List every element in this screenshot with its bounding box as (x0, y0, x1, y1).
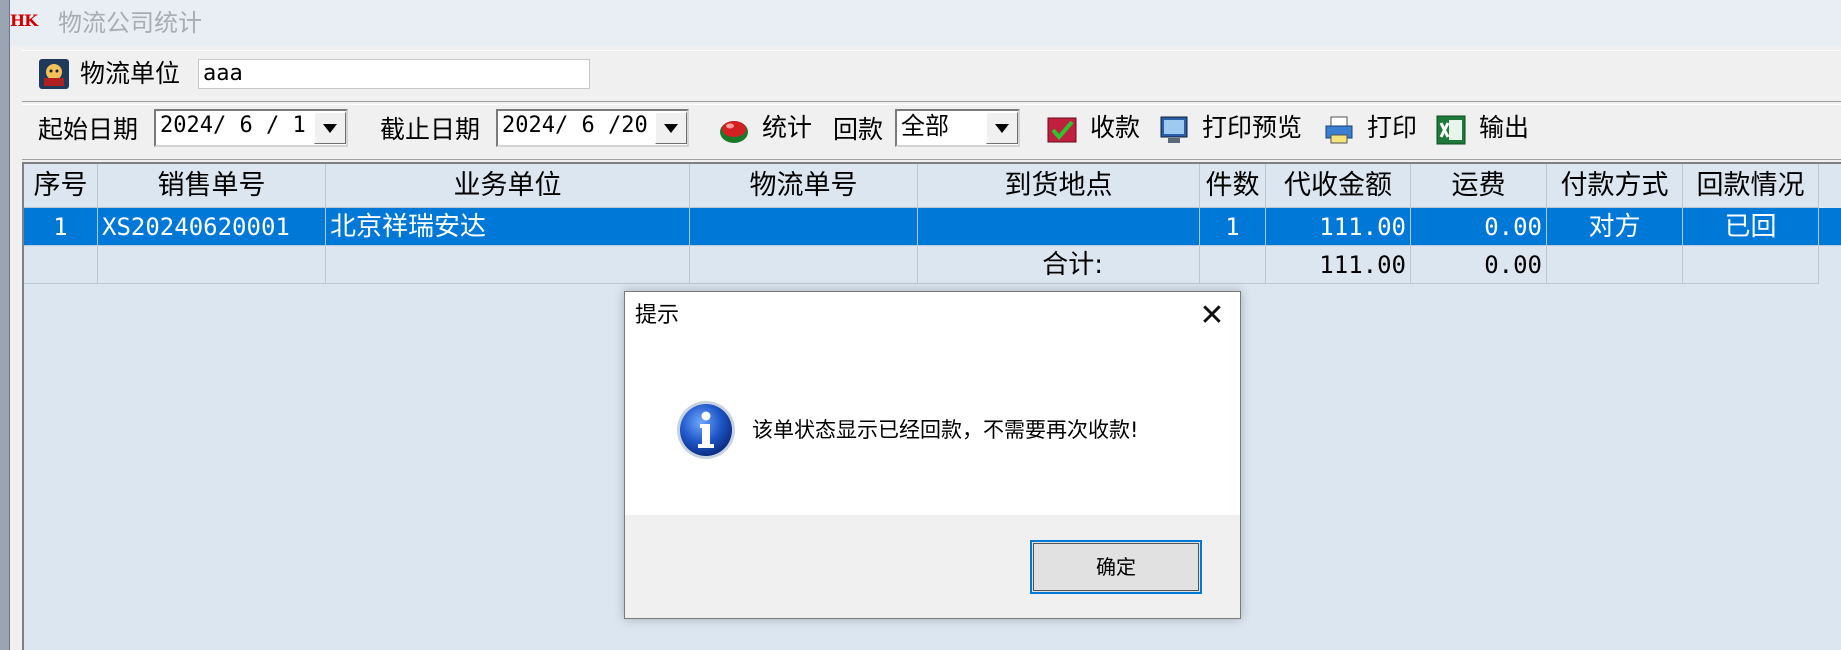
table-cell[interactable]: 0.00 (1411, 208, 1547, 246)
row-selection-tail (1819, 208, 1841, 246)
receive-icon (1046, 114, 1078, 146)
dialog-message: 该单状态显示已经回款，不需要再次收款! (752, 418, 1139, 442)
column-header[interactable]: 运费 (1411, 164, 1547, 208)
table-cell (1547, 246, 1683, 284)
dropdown-arrow-icon (323, 123, 337, 133)
start-date-label: 起始日期 (38, 115, 139, 144)
table-cell[interactable]: 1 (1200, 208, 1266, 246)
print-preview-label: 打印预览 (1202, 113, 1303, 142)
table-cell (98, 246, 326, 284)
receive-button[interactable]: 收款 (1046, 112, 1146, 148)
start-date-value: 2024/ 6 / 1 (160, 113, 306, 138)
table-cell (1683, 246, 1819, 284)
table-cell (326, 246, 690, 284)
message-dialog: 提示 ✕ 该单状态显示已经回款，不需要再次收款! 确定 (624, 291, 1241, 619)
stats-button[interactable]: 统计 (718, 112, 828, 148)
window-left-border (0, 0, 10, 650)
app-logo: HK (10, 11, 38, 30)
logistics-input[interactable]: aaa (198, 59, 590, 89)
window-title: 物流公司统计 (58, 9, 202, 37)
dropdown-arrow-icon (995, 123, 1009, 133)
start-date-dropdown-button[interactable] (314, 112, 346, 144)
column-header[interactable]: 序号 (24, 164, 98, 208)
column-header[interactable]: 物流单号 (690, 164, 918, 208)
total-amount: 111.00 (1266, 246, 1411, 284)
table-cell[interactable]: XS20240620001 (98, 208, 326, 246)
title-bar (10, 0, 1841, 46)
refund-dropdown-button[interactable] (986, 112, 1018, 144)
refund-select-value: 全部 (901, 112, 949, 140)
info-icon (675, 399, 737, 461)
print-button[interactable]: 打印 (1323, 112, 1423, 148)
end-date-dropdown-button[interactable] (655, 112, 687, 144)
table-cell[interactable]: 对方 (1547, 208, 1683, 246)
close-icon[interactable]: ✕ (1192, 298, 1232, 334)
end-date-label: 截止日期 (380, 115, 481, 144)
column-header[interactable]: 业务单位 (326, 164, 690, 208)
column-header[interactable]: 销售单号 (98, 164, 326, 208)
table-cell[interactable]: 1 (24, 208, 98, 246)
print-icon (1323, 114, 1355, 146)
stats-label: 统计 (762, 113, 813, 142)
refund-label: 回款 (833, 115, 884, 144)
dropdown-arrow-icon (664, 123, 678, 133)
table-cell[interactable]: 111.00 (1266, 208, 1411, 246)
print-preview-icon (1158, 114, 1190, 146)
total-label: 合计: (918, 246, 1200, 284)
end-date-value: 2024/ 6 /20 (502, 113, 648, 138)
export-button[interactable]: 输出 (1435, 112, 1535, 148)
dialog-title: 提示 (635, 303, 680, 328)
excel-export-icon (1435, 114, 1467, 146)
total-freight: 0.00 (1411, 246, 1547, 284)
column-header[interactable]: 回款情况 (1683, 164, 1819, 208)
table-cell[interactable]: 北京祥瑞安达 (326, 208, 690, 246)
column-header[interactable]: 付款方式 (1547, 164, 1683, 208)
logistics-label: 物流单位 (80, 59, 181, 88)
table-cell (690, 246, 918, 284)
print-preview-button[interactable]: 打印预览 (1158, 112, 1308, 148)
column-header[interactable]: 到货地点 (918, 164, 1200, 208)
print-label: 打印 (1367, 113, 1418, 142)
table-cell[interactable] (918, 208, 1200, 246)
ok-button[interactable]: 确定 (1030, 540, 1202, 594)
table-cell[interactable] (690, 208, 918, 246)
stats-icon (718, 114, 750, 146)
receive-label: 收款 (1090, 113, 1141, 142)
export-label: 输出 (1479, 113, 1530, 142)
logistics-icon (38, 58, 70, 90)
table-cell (1200, 246, 1266, 284)
column-header[interactable]: 代收金额 (1266, 164, 1411, 208)
table-cell[interactable]: 已回 (1683, 208, 1819, 246)
table-cell (24, 246, 98, 284)
column-header[interactable]: 件数 (1200, 164, 1266, 208)
